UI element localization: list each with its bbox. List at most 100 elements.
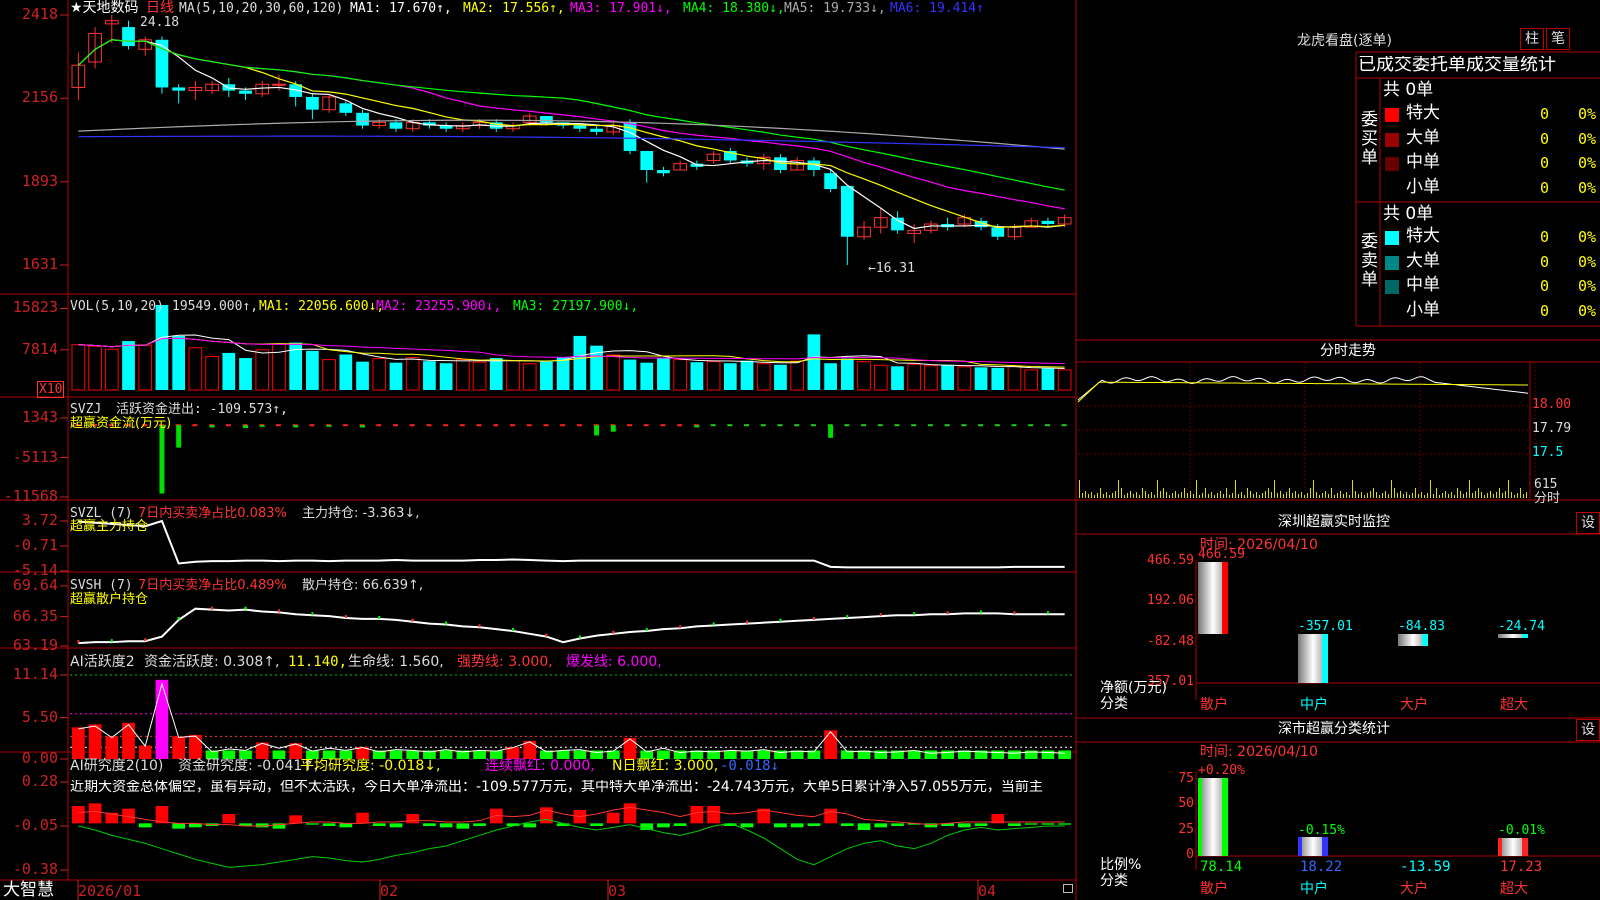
sell-row-count: 0: [1540, 252, 1550, 271]
sz-settings-button[interactable]: 设: [1576, 512, 1600, 534]
vol-ytick-label: 7814: [21, 339, 58, 358]
order-stats-header: 已成交委托单成交量统计: [1358, 56, 1556, 74]
sz-category-label: 大户: [1400, 697, 1428, 713]
ss-category-label: 散户: [1200, 881, 1228, 897]
buy-row-pct: 0%: [1578, 107, 1597, 122]
vol-value: 19549.000↑,: [172, 299, 259, 314]
ss-xlabel: 分类: [1100, 873, 1128, 889]
sell-row-label: 小单: [1406, 299, 1440, 320]
sz-value-label: -357.01: [1298, 619, 1353, 634]
ai1-burst: 爆发线: 6.000,: [566, 654, 662, 670]
buy-row-pct: 0%: [1578, 156, 1597, 171]
sz-ytick-label: 466.59: [1147, 553, 1194, 568]
vol-legend: VOL(5,10,20): [70, 299, 164, 314]
ai2-ytick-label: 0.28: [21, 772, 58, 790]
tick-mode-button[interactable]: 笔: [1546, 28, 1570, 50]
buy-swatch: [1385, 157, 1399, 171]
svzl-ytick-label: -0.71: [12, 536, 58, 554]
price-ytick-label: 2156: [21, 88, 58, 107]
ss-ytick-label: 50: [1178, 796, 1194, 811]
ai1-value2: 11.140,: [288, 654, 348, 670]
ma3-legend: MA3: 17.901↓,: [570, 1, 672, 16]
date-axis-label: 04: [978, 882, 997, 900]
buy-row-count: 0: [1540, 105, 1550, 123]
vol-unit-badge[interactable]: X10: [37, 381, 65, 398]
fenshi-ytick-label: 17.5: [1532, 446, 1564, 459]
dragon-tiger-title: 龙虎看盘(逐单): [1297, 33, 1392, 49]
vol-ma2-legend: MA2: 23255.900↓,: [376, 299, 502, 314]
ai2-name: AI研究度2(10): [70, 758, 164, 774]
svsh-ytick-label: 66.35: [12, 606, 58, 625]
svzl-ytick-label: 3.72: [21, 511, 58, 529]
svzj-name: SVZJ: [70, 402, 102, 417]
period-label[interactable]: 日线: [146, 1, 174, 15]
sell-row-pct: 0%: [1578, 279, 1597, 294]
sz-category-label: 超大: [1500, 697, 1528, 713]
ss-category-label: 超大: [1500, 881, 1528, 897]
ma4-legend: MA4: 18.380↓,: [683, 1, 785, 16]
buy-row-count: 0: [1540, 154, 1550, 172]
ai1-activity: 资金活跃度: 0.308↑,: [144, 654, 280, 670]
ss-time: 时间: 2026/04/10: [1200, 744, 1318, 760]
vol-ytick-label: 15823: [12, 298, 58, 317]
sell-swatch: [1385, 255, 1399, 270]
ai2-nday-red: N日飘红: 3.000,: [612, 758, 719, 774]
sell-row-count: 0: [1540, 228, 1550, 246]
date-axis-label: 2026/01: [78, 882, 142, 900]
ss-bottom-value: 17.23: [1500, 859, 1543, 875]
svzj-value: 活跃资金进出: -109.573↑,: [116, 402, 288, 417]
sz-xlabel: 分类: [1100, 696, 1128, 712]
column-mode-button[interactable]: 柱: [1520, 28, 1544, 50]
buy-row-label: 特大: [1406, 103, 1440, 123]
price-ytick-label: 1893: [21, 171, 58, 190]
sell-row-label: 大单: [1406, 250, 1440, 271]
brand-logo: 大智慧: [3, 880, 54, 900]
ss-ylabel: 比例%: [1100, 857, 1142, 873]
fenshi-ytick-label: 17.79: [1532, 422, 1572, 435]
ss-top-label: -0.15%: [1298, 823, 1345, 838]
svzj-subtitle: 超赢资金流(万元): [70, 416, 172, 431]
vol-ma3-legend: MA3: 27197.900↓,: [513, 299, 639, 314]
vol-ma1-legend: MA1: 22056.600↓,: [259, 299, 385, 314]
buy-swatch: [1385, 108, 1399, 122]
ai2-commentary: 近期大资金总体偏空，虽有异动，但不太活跃，今日大单净流出：-109.577万元，…: [70, 780, 1043, 794]
svsh-ytick-label: 69.64: [12, 576, 58, 594]
svzl-holding: 主力持仓: -3.363↓,: [302, 506, 420, 521]
buy-row-count: 0: [1540, 129, 1550, 148]
ma2-legend: MA2: 17.556↑,: [463, 1, 565, 16]
ss-bottom-value: -13.59: [1400, 859, 1451, 875]
sz-value-label: -84.83: [1398, 619, 1445, 634]
high-price-label: 24.18: [140, 15, 180, 30]
ss-top-label: +0.20%: [1198, 763, 1245, 778]
sell-row-pct: 0%: [1578, 254, 1597, 270]
ss-bottom-value: 78.14: [1200, 859, 1243, 875]
lock-icon[interactable]: [1063, 884, 1073, 893]
ai2-continuous-red: 连续飘红: 0.000,: [485, 758, 595, 774]
sz-category-label: 散户: [1200, 697, 1228, 713]
stock-name[interactable]: ★天地数码: [70, 1, 139, 15]
ai2-value5: -0.018↓: [720, 758, 780, 774]
sell-total: 共 0单: [1383, 204, 1434, 224]
sz-monitor-title: 深圳超赢实时监控: [1278, 514, 1390, 530]
buy-row-label: 大单: [1406, 127, 1440, 148]
buy-row-label: 小单: [1406, 176, 1440, 197]
sell-row-label: 中单: [1406, 275, 1440, 295]
buy-row-pct: 0%: [1578, 131, 1597, 147]
ss-settings-button[interactable]: 设: [1576, 719, 1600, 741]
ai1-ytick-label: 0.00: [21, 749, 58, 767]
buy-row-label: 中单: [1406, 152, 1440, 172]
ss-ytick-label: 0: [1186, 847, 1194, 862]
svzl-subtitle: 超赢主力持仓: [70, 519, 149, 534]
ai2-ytick-label: -0.38: [12, 860, 58, 878]
ai1-life: 生命线: 1.560,: [348, 654, 444, 670]
ai1-ytick-label: 11.14: [12, 665, 58, 683]
ma6-legend: MA6: 19.414↑: [890, 1, 984, 16]
ss-top-label: -0.01%: [1498, 823, 1545, 838]
low-price-label: ←16.31: [868, 261, 915, 276]
svzj-ytick-label: -5113: [12, 447, 58, 466]
ma-legend-prefix: MA(5,10,20,30,60,120): [179, 1, 344, 16]
svzl-ratio: 7日内买卖净占比0.083%: [138, 506, 287, 521]
fenshi-unit-label: 分时: [1534, 491, 1561, 506]
sell-row-pct: 0%: [1578, 303, 1597, 319]
svsh-name: SVSH (7): [70, 578, 133, 593]
